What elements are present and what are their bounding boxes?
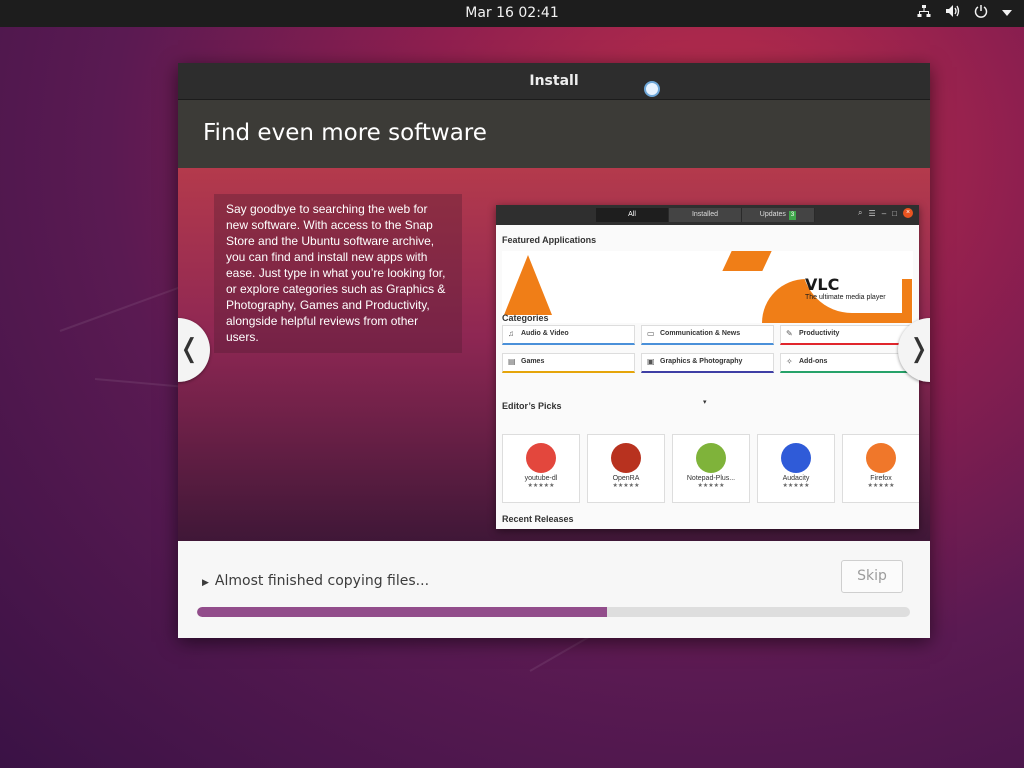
- app-icon: [781, 443, 811, 473]
- category-tile: ✧ Add-ons: [780, 353, 913, 373]
- app-name: Audacity: [782, 475, 810, 482]
- category-tile: ▭ Communication & News: [641, 325, 774, 345]
- progress-area: ▶ Almost finished copying files... Skip: [178, 541, 930, 638]
- app-name: youtube-dl: [524, 475, 558, 482]
- featured-app-subtitle: The ultimate media player: [805, 294, 886, 301]
- app-card: youtube-dl ★★★★★: [502, 434, 580, 503]
- store-window-controls: ⌕ ☰ – □ ×: [858, 208, 913, 218]
- editors-picks-row: youtube-dl ★★★★★ OpenRA ★★★★★ Notepad-Plus..…: [502, 434, 919, 503]
- app-card: Notepad-Plus... ★★★★★: [672, 434, 750, 503]
- app-rating: ★★★★★: [867, 483, 895, 489]
- search-icon: ⌕: [858, 208, 863, 217]
- category-label: Graphics & Photography: [660, 358, 743, 365]
- recent-releases-heading: Recent Releases: [502, 514, 574, 524]
- banner-decoration: [722, 251, 772, 271]
- wallpaper-line: [94, 378, 185, 388]
- previous-slide-button[interactable]: ❬: [178, 318, 210, 382]
- skip-button[interactable]: Skip: [841, 560, 903, 593]
- category-tile: ▤ Games: [502, 353, 635, 373]
- app-rating: ★★★★★: [697, 483, 725, 489]
- category-label: Add-ons: [799, 358, 828, 365]
- featured-heading: Featured Applications: [502, 235, 597, 245]
- category-label: Communication & News: [660, 330, 741, 337]
- network-icon[interactable]: [917, 4, 931, 22]
- game-icon: ▤: [508, 357, 516, 366]
- category-label: Productivity: [799, 330, 840, 337]
- expand-chevron-icon: ▾: [703, 399, 707, 406]
- category-tile: ✎ Productivity: [780, 325, 913, 345]
- chevron-right-icon: ❭: [908, 334, 930, 364]
- progress-bar: [197, 607, 910, 617]
- clock[interactable]: Mar 16 02:41: [0, 5, 1024, 21]
- category-tile: ♫ Audio & Video: [502, 325, 635, 345]
- updates-badge: 3: [788, 211, 797, 220]
- window-title: Install: [529, 73, 579, 89]
- store-tabs: All Installed Updates 3: [596, 208, 815, 222]
- power-icon[interactable]: [974, 4, 988, 22]
- installer-window: Install Find even more software Say good…: [178, 63, 930, 638]
- expander-triangle-icon[interactable]: ▶: [202, 578, 209, 588]
- top-bar: Mar 16 02:41: [0, 0, 1024, 27]
- app-rating: ★★★★★: [782, 483, 810, 489]
- featured-app-title: VLC: [805, 275, 840, 294]
- app-name: OpenRA: [612, 475, 640, 482]
- wallpaper-line: [59, 282, 192, 332]
- system-tray[interactable]: [917, 4, 1012, 22]
- app-card: OpenRA ★★★★★: [587, 434, 665, 503]
- app-rating: ★★★★★: [527, 483, 555, 489]
- status-label: Almost finished copying files...: [214, 573, 430, 589]
- image-icon: ▣: [647, 357, 655, 366]
- slide-description: Say goodbye to searching the web for new…: [214, 194, 462, 353]
- hamburger-menu-icon: ☰: [868, 208, 876, 218]
- slideshow: Say goodbye to searching the web for new…: [178, 168, 930, 542]
- chevron-left-icon: ❬: [178, 334, 200, 364]
- slide-heading: Find even more software: [203, 120, 487, 146]
- app-rating: ★★★★★: [612, 483, 640, 489]
- category-label: Games: [521, 358, 545, 365]
- edit-icon: ✎: [786, 329, 793, 338]
- vlc-cone-icon: [504, 255, 552, 315]
- app-name: Firefox: [870, 475, 892, 482]
- app-card: Firefox ★★★★★: [842, 434, 919, 503]
- chat-icon: ▭: [647, 329, 655, 338]
- editors-picks-heading: Editor’s Picks: [502, 401, 562, 411]
- menu-arrow-icon[interactable]: [1002, 5, 1012, 21]
- category-tile: ▣ Graphics & Photography: [641, 353, 774, 373]
- app-name: Notepad-Plus...: [686, 475, 736, 482]
- store-header: All Installed Updates 3 ⌕ ☰ – □ ×: [496, 205, 919, 225]
- app-icon: [611, 443, 641, 473]
- categories-heading: Categories: [502, 313, 549, 323]
- featured-banner: VLC The ultimate media player: [502, 251, 913, 323]
- window-titlebar[interactable]: Install: [178, 63, 930, 100]
- status-text[interactable]: ▶ Almost finished copying files...: [202, 573, 429, 589]
- slide-heading-band: Find even more software: [178, 100, 930, 168]
- store-tab-updates-label: Updates: [759, 211, 786, 218]
- app-icon: [526, 443, 556, 473]
- progress-bar-fill: [197, 607, 607, 617]
- store-tab-all: All: [596, 208, 669, 222]
- mouse-cursor-icon: [644, 81, 660, 97]
- software-store-screenshot: All Installed Updates 3 ⌕ ☰ – □ × Feature…: [496, 205, 919, 529]
- minimize-icon: –: [881, 208, 887, 218]
- store-tab-updates: Updates 3: [742, 208, 815, 222]
- category-grid: ♫ Audio & Video ▭ Communication & News ✎ Prod…: [502, 325, 913, 373]
- category-label: Audio & Video: [521, 330, 569, 337]
- store-tab-installed: Installed: [669, 208, 742, 222]
- app-icon: [696, 443, 726, 473]
- puzzle-icon: ✧: [786, 357, 793, 366]
- app-card: Audacity ★★★★★: [757, 434, 835, 503]
- app-icon: [866, 443, 896, 473]
- close-icon: ×: [903, 208, 913, 218]
- maximize-icon: □: [892, 208, 897, 218]
- music-icon: ♫: [508, 329, 514, 338]
- volume-icon[interactable]: [945, 4, 960, 22]
